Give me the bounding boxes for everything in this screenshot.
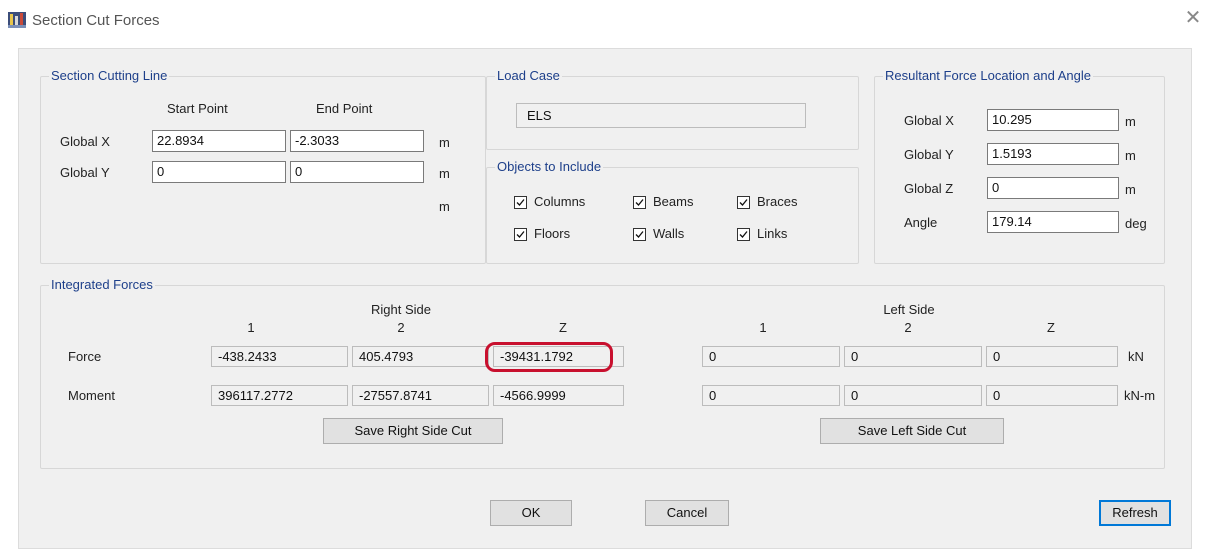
angle-field[interactable]: 179.14	[987, 211, 1119, 233]
moment-row-label: Moment	[68, 388, 115, 403]
resultant-location-group: Resultant Force Location and Angle Globa…	[874, 68, 1165, 264]
force-row-label: Force	[68, 349, 102, 364]
checkbox-beams-label: Beams	[653, 194, 694, 209]
moment-unit: kN-m	[1124, 388, 1156, 403]
ok-button[interactable]: OK	[490, 500, 572, 526]
objects-to-include-title: Objects to Include	[495, 159, 604, 174]
left-moment-2[interactable]: 0	[844, 385, 982, 406]
right-moment-2[interactable]: -27557.8741	[352, 385, 489, 406]
right-col-header-1: 1	[247, 320, 255, 335]
resultant-global-y-label: Global Y	[904, 147, 954, 162]
checkmark-icon	[516, 231, 525, 238]
resultant-z-unit: m	[1125, 182, 1136, 197]
left-moment-z[interactable]: 0	[986, 385, 1118, 406]
section-cutting-line-group: Section Cutting Line Start Point End Poi…	[40, 68, 486, 264]
window-title: Section Cut Forces	[32, 12, 160, 29]
integrated-forces-title: Integrated Forces	[49, 277, 155, 292]
extra-unit-label: m	[439, 199, 450, 214]
right-col-header-z: Z	[559, 320, 567, 335]
checkbox-floors-box[interactable]	[514, 228, 527, 241]
checkmark-icon	[739, 199, 748, 206]
left-side-header: Left Side	[883, 302, 935, 317]
checkmark-icon	[516, 199, 525, 206]
left-force-2[interactable]: 0	[844, 346, 982, 367]
right-moment-1[interactable]: 396117.2772	[211, 385, 348, 406]
load-case-group: Load Case ELS	[486, 68, 859, 150]
global-x-unit: m	[439, 135, 450, 150]
checkmark-icon	[635, 199, 644, 206]
section-cutting-line-title: Section Cutting Line	[49, 68, 170, 83]
app-icon	[8, 12, 26, 28]
section-cut-forces-window: Section Cut Forces ✕ Section Cutting Lin…	[0, 0, 1208, 551]
save-left-side-cut-button[interactable]: Save Left Side Cut	[820, 418, 1004, 444]
right-side-header: Right Side	[371, 302, 431, 317]
cancel-button[interactable]: Cancel	[645, 500, 729, 526]
resultant-global-y-field[interactable]: 1.5193	[987, 143, 1119, 165]
checkbox-beams-box[interactable]	[633, 196, 646, 209]
right-force-1[interactable]: -438.2433	[211, 346, 348, 367]
load-case-field[interactable]: ELS	[516, 103, 806, 128]
start-global-y-field[interactable]: 0	[152, 161, 286, 183]
global-y-label: Global Y	[60, 165, 110, 180]
checkmark-icon	[739, 231, 748, 238]
resultant-location-title: Resultant Force Location and Angle	[883, 68, 1093, 83]
resultant-y-unit: m	[1125, 148, 1136, 163]
checkbox-braces-box[interactable]	[737, 196, 750, 209]
checkbox-links-label: Links	[757, 226, 788, 241]
left-col-header-1: 1	[759, 320, 767, 335]
start-point-header: Start Point	[167, 101, 228, 116]
resultant-global-z-field[interactable]: 0	[987, 177, 1119, 199]
checkbox-floors-label: Floors	[534, 226, 571, 241]
resultant-global-x-label: Global X	[904, 113, 954, 128]
global-y-unit: m	[439, 166, 450, 181]
left-moment-1[interactable]: 0	[702, 385, 840, 406]
left-force-1[interactable]: 0	[702, 346, 840, 367]
refresh-button[interactable]: Refresh	[1099, 500, 1171, 526]
start-global-x-field[interactable]: 22.8934	[152, 130, 286, 152]
left-col-header-2: 2	[904, 320, 912, 335]
save-right-side-cut-button[interactable]: Save Right Side Cut	[323, 418, 503, 444]
title-bar: Section Cut Forces ✕	[0, 0, 1208, 36]
resultant-x-unit: m	[1125, 114, 1136, 129]
end-global-y-field[interactable]: 0	[290, 161, 424, 183]
dialog-client-area: Section Cutting Line Start Point End Poi…	[18, 48, 1192, 549]
global-x-label: Global X	[60, 134, 110, 149]
checkbox-braces-label: Braces	[757, 194, 798, 209]
end-point-header: End Point	[316, 101, 373, 116]
right-force-2[interactable]: 405.4793	[352, 346, 489, 367]
load-case-title: Load Case	[495, 68, 562, 83]
resultant-global-z-label: Global Z	[904, 181, 954, 196]
checkbox-walls-box[interactable]	[633, 228, 646, 241]
close-icon[interactable]: ✕	[1184, 8, 1202, 28]
resultant-global-x-field[interactable]: 10.295	[987, 109, 1119, 131]
checkbox-columns-label: Columns	[534, 194, 586, 209]
end-global-x-field[interactable]: -2.3033	[290, 130, 424, 152]
left-force-z[interactable]: 0	[986, 346, 1118, 367]
right-moment-z[interactable]: -4566.9999	[493, 385, 624, 406]
angle-label: Angle	[904, 215, 938, 230]
highlight-ring	[485, 342, 613, 372]
checkmark-icon	[635, 231, 644, 238]
integrated-forces-group: Integrated Forces Right Side 1 2 Z Left …	[40, 277, 1165, 469]
objects-to-include-group: Objects to Include Columns Beams Braces	[486, 159, 859, 264]
checkbox-walls-label: Walls	[653, 226, 685, 241]
right-col-header-2: 2	[397, 320, 405, 335]
left-col-header-z: Z	[1047, 320, 1055, 335]
checkbox-columns-box[interactable]	[514, 196, 527, 209]
force-unit: kN	[1128, 349, 1144, 364]
checkbox-links-box[interactable]	[737, 228, 750, 241]
angle-unit: deg	[1125, 216, 1147, 231]
